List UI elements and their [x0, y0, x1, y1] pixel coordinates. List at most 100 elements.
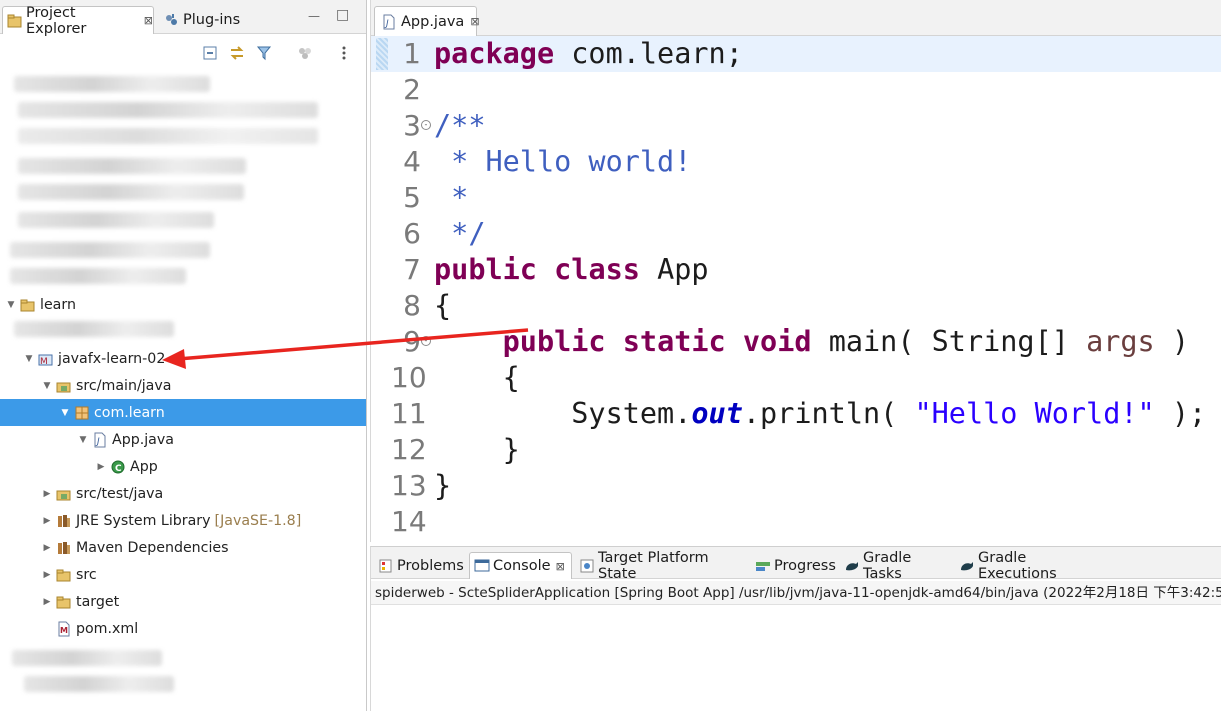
- code-line[interactable]: 10 {: [371, 360, 1221, 396]
- code-line[interactable]: 14: [371, 504, 1221, 540]
- tab-label: App.java: [401, 13, 465, 30]
- code-token: *: [434, 181, 469, 214]
- tree-item-src[interactable]: ▶ src: [0, 561, 366, 588]
- tree-item-label: javafx-learn-02: [58, 350, 166, 367]
- code-text: public class App: [434, 252, 709, 288]
- code-line[interactable]: 6 */: [371, 216, 1221, 252]
- editor-tabbar: J App.java ⊠: [371, 0, 1221, 36]
- code-token: */: [434, 217, 486, 250]
- code-text: {: [434, 360, 520, 396]
- tree-item-src-main-java[interactable]: ▼ src/main/java: [0, 372, 366, 399]
- close-icon[interactable]: ⊠: [556, 560, 565, 573]
- tree-item-pom-xml[interactable]: M pom.xml: [0, 615, 366, 642]
- tab-problems[interactable]: Problems: [374, 552, 466, 579]
- code-token: void: [742, 325, 812, 358]
- code-line[interactable]: 8{: [371, 288, 1221, 324]
- line-number: 2: [403, 73, 421, 106]
- code-token: out: [691, 397, 743, 430]
- line-number: 11: [391, 397, 427, 430]
- link-with-editor-icon[interactable]: [229, 45, 245, 61]
- folder-icon: [56, 594, 72, 610]
- project-folder-icon: [20, 297, 36, 313]
- expanded-twisty-icon[interactable]: ▼: [41, 380, 53, 392]
- svg-text:M: M: [40, 357, 48, 367]
- focus-on-task-icon[interactable]: [297, 45, 313, 61]
- code-line[interactable]: 11 System.out.println( "Hello World!" );: [371, 396, 1221, 432]
- tab-label: Console: [493, 558, 551, 574]
- expanded-twisty-icon[interactable]: ▼: [23, 353, 35, 365]
- code-line[interactable]: 9- public static void main( String[] arg…: [371, 324, 1221, 360]
- tree-item-label: pom.xml: [76, 620, 139, 637]
- expanded-twisty-icon[interactable]: ▼: [5, 299, 17, 311]
- fold-toggle-icon[interactable]: -: [421, 336, 431, 346]
- svg-text:C: C: [115, 464, 122, 474]
- tab-label: Gradle Executions: [978, 549, 1057, 582]
- line-number: 12: [391, 433, 427, 466]
- collapsed-twisty-icon[interactable]: ▶: [41, 596, 53, 608]
- code-token: public: [502, 325, 606, 358]
- collapsed-twisty-icon[interactable]: ▶: [95, 461, 107, 473]
- gradle-icon: [844, 558, 860, 574]
- folder-icon: [56, 567, 72, 583]
- tree-item-label: Maven Dependencies: [76, 539, 229, 556]
- collapse-all-icon[interactable]: [202, 45, 218, 61]
- code-line[interactable]: 1 package com.learn;: [371, 36, 1221, 72]
- expanded-twisty-icon[interactable]: ▼: [77, 434, 89, 446]
- code-line[interactable]: 2: [371, 72, 1221, 108]
- fold-toggle-icon[interactable]: -: [421, 120, 431, 130]
- tab-gradle-tasks[interactable]: Gradle Tasks: [840, 550, 952, 582]
- code-token: App: [639, 253, 709, 286]
- target-platform-icon: [579, 558, 595, 574]
- code-line[interactable]: 12 }: [371, 432, 1221, 468]
- collapsed-twisty-icon[interactable]: ▶: [41, 488, 53, 500]
- filter-icon[interactable]: [256, 45, 272, 61]
- tree-item-app-java[interactable]: ▼ J App.java: [0, 426, 366, 453]
- source-folder-icon: [56, 378, 72, 394]
- tree-item-src-test-java[interactable]: ▶ src/test/java: [0, 480, 366, 507]
- tab-console[interactable]: Console ⊠: [469, 552, 572, 579]
- tree-item-com-learn[interactable]: ▼ com.learn: [0, 399, 366, 426]
- tree-item-maven-dependencies[interactable]: ▶ Maven Dependencies: [0, 534, 366, 561]
- collapsed-twisty-icon[interactable]: ▶: [41, 515, 53, 527]
- tab-project-explorer[interactable]: Project Explorer ⊠: [2, 5, 154, 37]
- code-line[interactable]: 7 public class App: [371, 252, 1221, 288]
- tree-item-learn[interactable]: ▼ learn: [0, 291, 366, 318]
- collapsed-twisty-icon[interactable]: ▶: [41, 542, 53, 554]
- maximize-button[interactable]: □: [336, 7, 349, 23]
- code-token: );: [1154, 397, 1207, 430]
- tab-target-platform-state[interactable]: Target Platform State: [575, 549, 747, 582]
- collapsed-twisty-icon[interactable]: ▶: [41, 569, 53, 581]
- console-process-label: spiderweb - ScteSpliderApplication [Spri…: [371, 581, 1221, 605]
- code-token: .println(: [742, 397, 915, 430]
- close-icon[interactable]: ⊠: [470, 15, 479, 28]
- code-line[interactable]: 13}: [371, 468, 1221, 504]
- tab-gradle-executions[interactable]: Gradle Executions: [955, 549, 1105, 582]
- tab-label: Progress: [774, 557, 836, 574]
- tree-item-jre-system-library[interactable]: ▶ JRE System Library [JavaSE-1.8]: [0, 507, 366, 534]
- tree-item-label: com.learn: [94, 404, 165, 421]
- line-number: 8: [403, 289, 421, 322]
- tree-item-javafx-learn-02[interactable]: ▼ M javafx-learn-02: [0, 345, 366, 372]
- code-line[interactable]: 5 *: [371, 180, 1221, 216]
- expanded-twisty-icon[interactable]: ▼: [59, 407, 71, 419]
- tree-item-app-class[interactable]: ▶ C App: [0, 453, 366, 480]
- code-line[interactable]: 3-/**: [371, 108, 1221, 144]
- view-menu-icon[interactable]: [336, 45, 352, 61]
- tab-progress[interactable]: Progress: [751, 552, 837, 579]
- code-line[interactable]: 4 * Hello world!: [371, 144, 1221, 180]
- code-text-area[interactable]: 1 package com.learn; 2 3-/** 4 * Hello world…: [371, 36, 1221, 542]
- tab-plug-ins[interactable]: Plug-ins: [160, 6, 250, 34]
- tree-item-target[interactable]: ▶ target: [0, 588, 366, 615]
- tab-app-java[interactable]: J App.java ⊠: [374, 6, 480, 36]
- close-icon[interactable]: ⊠: [144, 14, 153, 27]
- code-token: System.: [434, 397, 692, 430]
- tab-label: Target Platform State: [598, 549, 709, 582]
- source-folder-icon: [56, 486, 72, 502]
- tab-label: Problems: [397, 557, 464, 574]
- code-token: }: [434, 433, 520, 466]
- minimize-button[interactable]: —: [308, 9, 320, 23]
- code-token: args: [1086, 325, 1155, 358]
- tab-label: Plug-ins: [183, 12, 241, 28]
